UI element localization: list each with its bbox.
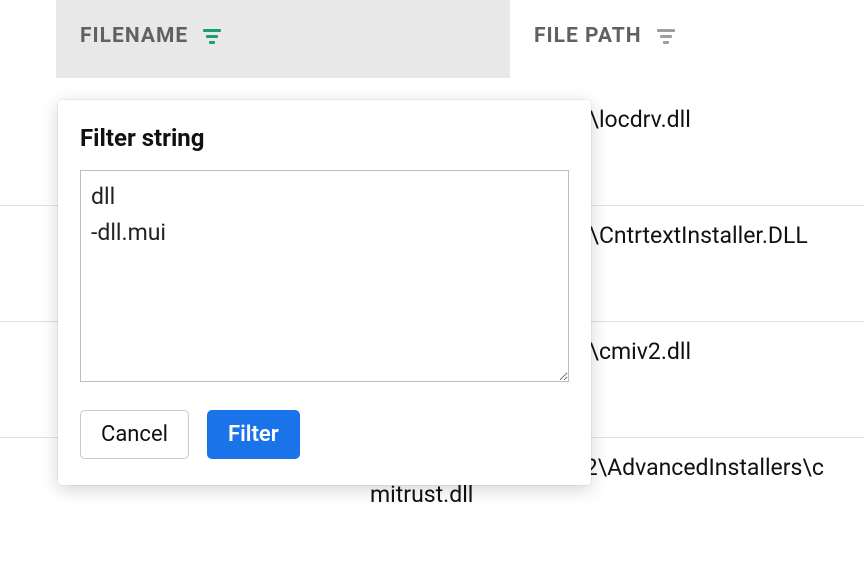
popover-actions: Cancel Filter	[80, 410, 569, 459]
filter-icon[interactable]	[656, 26, 676, 46]
popover-title: Filter string	[80, 124, 569, 152]
column-header-label: FILE PATH	[534, 24, 642, 48]
table-header: FILENAME FILE PATH	[0, 0, 864, 78]
cancel-button[interactable]: Cancel	[80, 410, 189, 459]
filter-popover: Filter string Cancel Filter	[58, 100, 591, 485]
column-header-filepath[interactable]: FILE PATH	[510, 0, 864, 78]
column-header-filename[interactable]: FILENAME	[56, 0, 510, 78]
filter-icon[interactable]	[202, 26, 222, 46]
filter-button[interactable]: Filter	[207, 410, 300, 459]
filter-textarea[interactable]	[80, 170, 569, 382]
column-header-label: FILENAME	[80, 24, 188, 48]
